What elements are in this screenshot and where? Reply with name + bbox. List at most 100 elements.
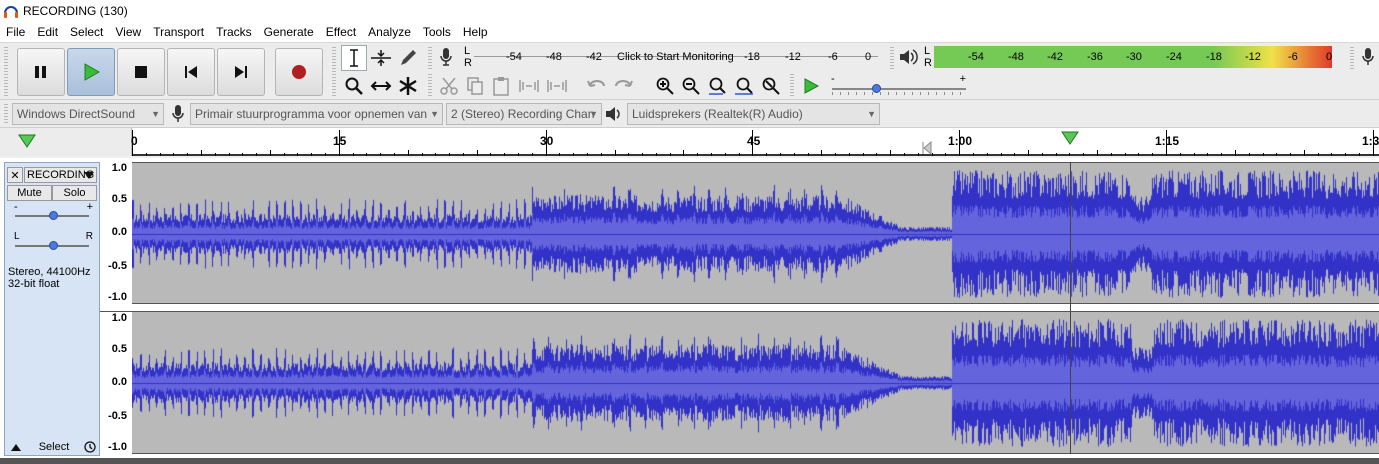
play-icon [84,63,100,81]
pause-button[interactable] [17,48,65,96]
skip-to-start-button[interactable] [167,48,215,96]
zoom-tool-button[interactable] [341,73,367,99]
silence-audio-button[interactable] [544,73,570,99]
playback-device-select[interactable]: Luidsprekers (Realtek(R) Audio) ▼ [627,103,880,125]
transport-toolbar-grip[interactable] [4,47,8,97]
play-at-speed-icon [804,78,820,94]
toolbar-area: L R -54 -48 -42 Click to Start Monitorin… [0,42,1379,100]
record-meter[interactable]: L R -54 -48 -42 Click to Start Monitorin… [460,45,880,69]
menu-analyze[interactable]: Analyze [362,22,417,42]
microphone-icon[interactable] [438,47,454,67]
cut-button[interactable] [436,73,462,99]
menu-effect[interactable]: Effect [320,22,362,42]
timeline-ruler[interactable]: 0 15 30 45 1:00 1:15 1:3 [0,128,1379,156]
copy-button[interactable] [462,73,488,99]
mixer-toolbar-grip[interactable] [1350,47,1354,69]
menu-file[interactable]: File [0,22,31,42]
record-meter-right-label: R [464,57,472,69]
pin-play-head-icon[interactable] [18,133,36,149]
start-monitoring-label[interactable]: Click to Start Monitoring [617,51,734,63]
record-meter-tick: -48 [546,51,562,63]
scale-label: 1.0 [111,162,127,174]
zoom-fit-icon [735,77,753,95]
speaker-icon[interactable] [898,47,918,67]
menu-tools[interactable]: Tools [417,22,457,42]
selection-tool-button[interactable] [341,45,367,71]
redo-icon [615,80,633,87]
ruler-label: 45 [747,134,761,148]
menu-select[interactable]: Select [64,22,109,42]
menu-generate[interactable]: Generate [258,22,320,42]
solo-button[interactable]: Solo [52,185,97,201]
clock-icon [84,441,96,453]
zoom-toggle-button[interactable] [758,73,784,99]
time-shift-tool-button[interactable] [368,73,394,99]
scale-label: 1.0 [111,312,127,324]
edit-toolbar-grip[interactable] [428,74,432,96]
record-meter-left-label: L [464,45,471,57]
playback-meter[interactable]: L R -54 -48 -42 -36 -30 -24 -18 -12 -6 0 [922,45,1340,69]
menu-edit[interactable]: Edit [31,22,64,42]
play-button[interactable] [67,48,115,96]
fit-project-button[interactable] [731,73,757,99]
menu-transport[interactable]: Transport [147,22,210,42]
menu-view[interactable]: View [109,22,147,42]
ruler-label: 15 [333,134,347,148]
zoom-in-button[interactable] [652,73,678,99]
tools-toolbar-grip[interactable] [332,47,336,97]
menu-help[interactable]: Help [457,22,494,42]
track-menu-dropdown-icon [84,172,94,179]
zoom-out-button[interactable] [678,73,704,99]
device-toolbar: Windows DirectSound ▼ Primair stuurprogra… [0,100,1379,128]
chevron-down-icon: ▼ [151,109,160,119]
recording-device-select[interactable]: Primair stuurprogramma voor opnemen van ▼ [190,103,443,125]
recording-channels-select[interactable]: 2 (Stereo) Recording Chan ▼ [446,103,602,125]
playback-speed-slider[interactable]: - + [828,73,970,97]
undo-button[interactable] [584,73,610,99]
menu-tracks[interactable]: Tracks [210,22,258,42]
mute-button[interactable]: Mute [7,185,52,201]
play-head-icon[interactable] [1061,131,1079,145]
track-info: Stereo, 44100Hz 32-bit float [8,266,91,290]
gain-slider-thumb[interactable] [49,211,58,220]
track-menu-button[interactable]: RECORDING [24,167,97,183]
close-track-button[interactable]: ✕ [7,167,23,183]
playback-meter-tick: 0 [1326,51,1333,63]
envelope-tool-button[interactable] [368,45,394,71]
record-meter-grip[interactable] [428,47,432,69]
playback-meter-grip[interactable] [890,47,894,69]
track-sample-format-label: 32-bit float [8,278,60,290]
stop-button[interactable] [117,48,165,96]
skip-to-end-button[interactable] [217,48,265,96]
device-toolbar-grip[interactable] [4,104,8,124]
select-track-button[interactable]: Select [27,439,81,455]
audio-host-select[interactable]: Windows DirectSound ▼ [12,103,164,125]
pan-slider[interactable]: L R [11,231,93,253]
play-at-speed-grip[interactable] [790,74,794,96]
waveform-right-channel[interactable] [132,312,1379,454]
playback-meter-tick: -48 [1008,51,1024,63]
redo-button[interactable] [610,73,636,99]
microphone-volume-icon[interactable] [1360,47,1376,67]
waveform-left-channel[interactable] [132,162,1379,304]
multi-tool-button[interactable] [395,73,421,99]
pan-slider-thumb[interactable] [49,241,58,250]
draw-tool-button[interactable] [395,45,421,71]
record-button[interactable] [275,48,323,96]
vertical-scale-left-channel[interactable]: 1.0 0.5 0.0 -0.5 -1.0 [100,162,132,304]
trim-audio-button[interactable] [516,73,542,99]
sync-lock-button[interactable] [83,439,97,455]
gain-minus-label: - [14,201,18,213]
paste-button[interactable] [488,73,514,99]
collapse-track-button[interactable] [7,439,25,455]
speed-slider-thumb[interactable] [872,84,881,93]
play-at-speed-button[interactable] [798,73,824,99]
vertical-scale-right-channel[interactable]: 1.0 0.5 0.0 -0.5 -1.0 [100,312,132,454]
status-bar-edge [0,458,1379,464]
track-format-label: Stereo, 44100Hz [8,266,91,278]
audio-track: ✕ RECORDING Mute Solo - + L R Stereo, 44… [0,158,1379,458]
track-control-panel[interactable]: ✕ RECORDING Mute Solo - + L R Stereo, 44… [4,162,100,456]
gain-slider[interactable]: - + [11,201,93,223]
fit-selection-button[interactable] [704,73,730,99]
zoom-in-icon [656,77,674,95]
